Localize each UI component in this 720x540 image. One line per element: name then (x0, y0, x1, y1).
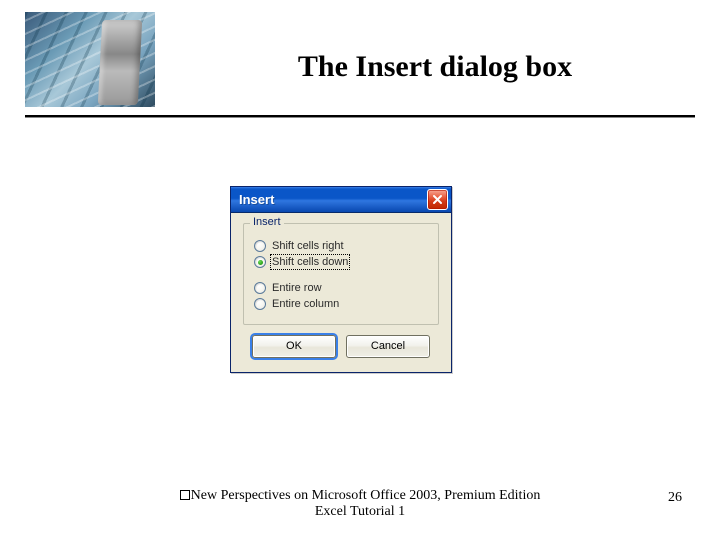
dialog-titlebar[interactable]: Insert (231, 187, 451, 213)
footer-line-1-text: New Perspectives on Microsoft Office 200… (191, 488, 541, 503)
radio-entire-row[interactable]: Entire row (254, 282, 428, 294)
dialog-button-row: OK Cancel (243, 335, 439, 360)
close-icon (432, 194, 443, 205)
slide-footer: New Perspectives on Microsoft Office 200… (0, 488, 720, 520)
radio-icon (254, 240, 266, 252)
close-button[interactable] (427, 189, 448, 210)
dialog-body: Insert Shift cells right Shift cells dow… (231, 213, 451, 372)
dialog-title: Insert (239, 192, 427, 207)
radio-icon (254, 256, 266, 268)
cancel-button[interactable]: Cancel (346, 335, 430, 358)
insert-groupbox: Insert Shift cells right Shift cells dow… (243, 223, 439, 325)
radio-entire-column[interactable]: Entire column (254, 298, 428, 310)
insert-dialog: Insert Insert Shift cells right Shift ce… (230, 186, 452, 373)
ok-button[interactable]: OK (252, 335, 336, 358)
radio-icon (254, 282, 266, 294)
slide-title: The Insert dialog box (200, 50, 670, 84)
footer-bullet-icon (180, 490, 190, 500)
radio-shift-cells-down[interactable]: Shift cells down (254, 256, 428, 268)
groupbox-label: Insert (250, 216, 284, 228)
group-spacer (254, 272, 428, 278)
radio-shift-cells-right[interactable]: Shift cells right (254, 240, 428, 252)
slide-header: The Insert dialog box (0, 0, 720, 118)
radio-label: Shift cells right (272, 240, 344, 252)
radio-icon (254, 298, 266, 310)
header-divider (25, 115, 695, 117)
page-number: 26 (668, 490, 682, 506)
footer-line-2: Excel Tutorial 1 (0, 504, 720, 520)
decorative-header-image (25, 12, 155, 107)
radio-label: Entire column (272, 298, 339, 310)
radio-label: Shift cells down (272, 256, 348, 268)
radio-label: Entire row (272, 282, 322, 294)
footer-line-1: New Perspectives on Microsoft Office 200… (0, 488, 720, 504)
